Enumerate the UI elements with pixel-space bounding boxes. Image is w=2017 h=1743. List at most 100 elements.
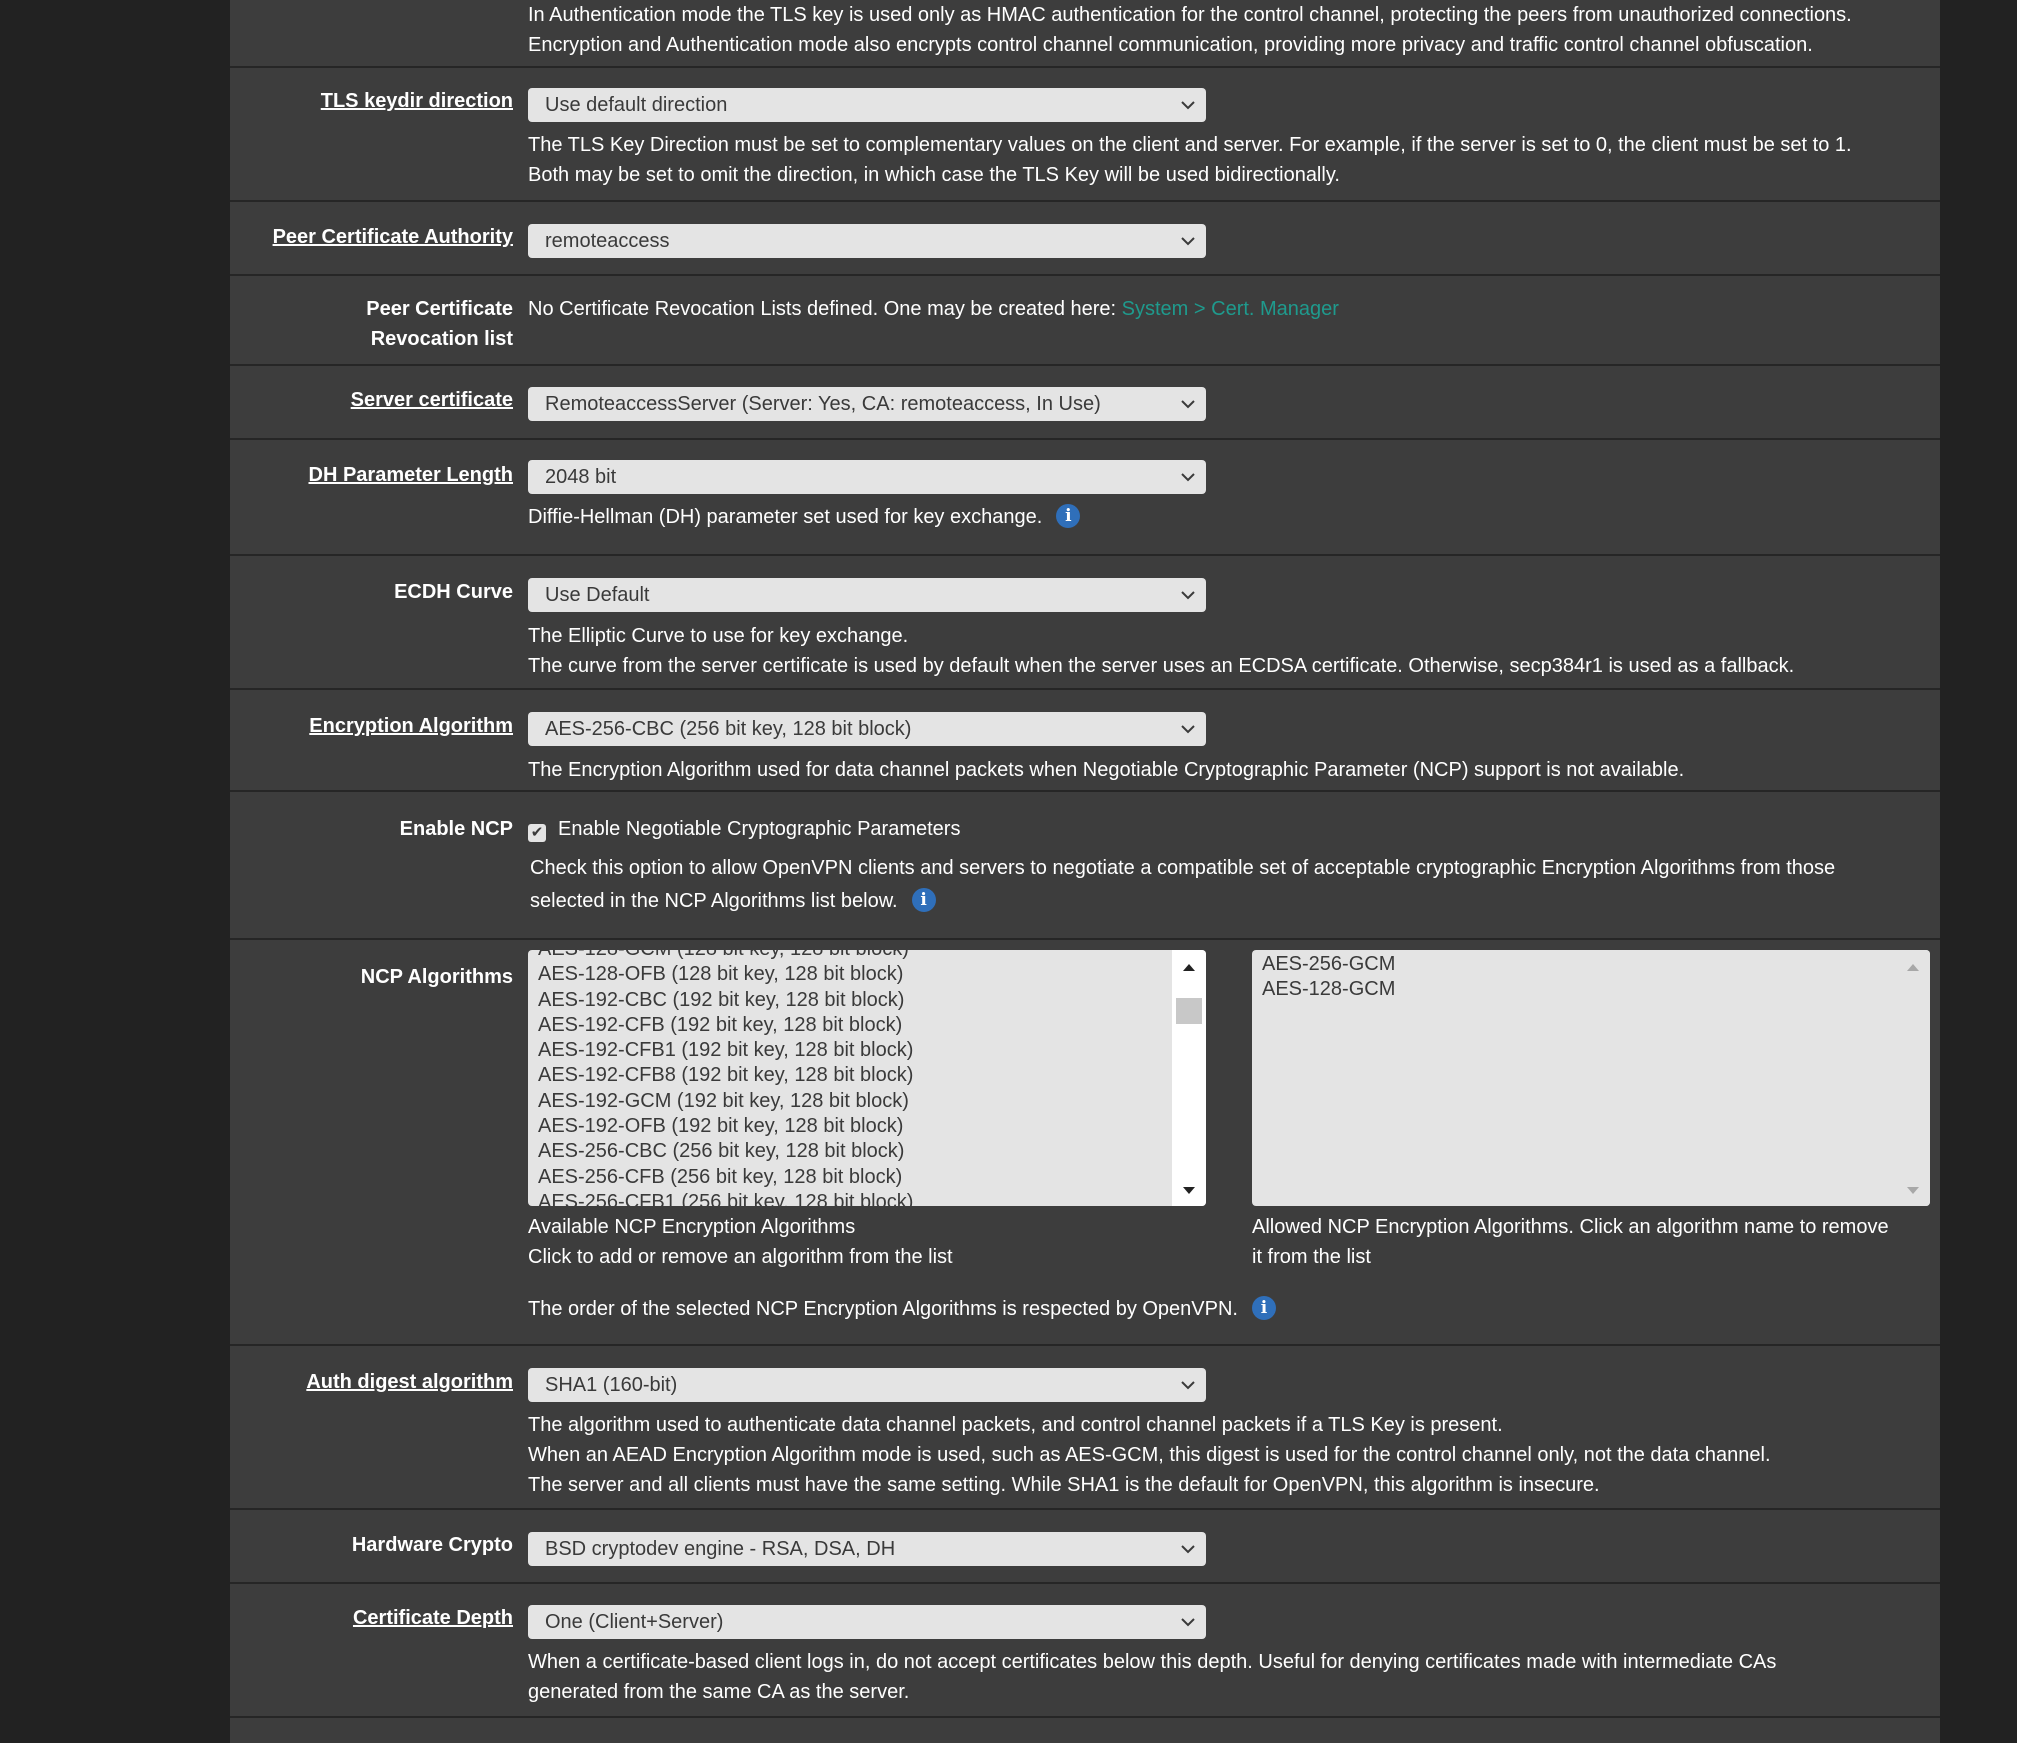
enable-ncp-label: Enable NCP [399, 818, 513, 840]
server-cert-label[interactable]: Server certificate [253, 385, 513, 415]
enc-alg-help: The Encryption Algorithm used for data c… [528, 755, 1928, 785]
tls-keydir-help: The TLS Key Direction must be set to com… [528, 130, 1928, 190]
tls-keydir-row: TLS keydir direction Use default directi… [230, 68, 1940, 202]
available-ncp-scrollbar[interactable] [1172, 950, 1206, 1206]
list-item[interactable]: AES-192-OFB (192 bit key, 128 bit block) [538, 1114, 1166, 1139]
peer-ca-select[interactable]: remoteaccess [528, 224, 1206, 258]
list-item[interactable]: AES-256-GCM [1262, 952, 1890, 977]
help-line: generated from the same CA as the server… [528, 1681, 910, 1703]
allowed-ncp-items: AES-256-GCM AES-128-GCM [1262, 952, 1890, 1003]
hw-crypto-select[interactable]: BSD cryptodev engine - RSA, DSA, DH [528, 1532, 1206, 1566]
dh-select[interactable]: 2048 bit [528, 460, 1206, 494]
peer-ca-label[interactable]: Peer Certificate Authority [253, 222, 513, 252]
peer-ca-row: Peer Certificate Authority remoteaccess [230, 202, 1940, 276]
help-line: The Elliptic Curve to use for key exchan… [528, 625, 909, 647]
ecdh-select[interactable]: Use Default [528, 578, 1206, 612]
list-item[interactable]: AES-128-OFB (128 bit key, 128 bit block) [538, 962, 1166, 987]
help-line: The Encryption Algorithm used for data c… [528, 759, 1685, 781]
list-item[interactable]: AES-128-GCM (128 bit key, 128 bit block) [538, 950, 1166, 962]
scroll-up-arrow-icon[interactable] [1182, 962, 1196, 972]
chevron-down-icon [1181, 591, 1195, 600]
list-item[interactable]: AES-192-CFB (192 bit key, 128 bit block) [538, 1013, 1166, 1038]
auth-digest-row: Auth digest algorithm SHA1 (160-bit) The… [230, 1346, 1940, 1510]
chevron-down-icon [1181, 1381, 1195, 1390]
info-icon[interactable]: i [1056, 504, 1081, 528]
cert-depth-row: Certificate Depth One (Client+Server) Wh… [230, 1584, 1940, 1718]
hw-crypto-row: Hardware Crypto BSD cryptodev engine - R… [230, 1510, 1940, 1584]
chevron-down-icon [1181, 1618, 1195, 1627]
enc-alg-select[interactable]: AES-256-CBC (256 bit key, 128 bit block) [528, 712, 1206, 746]
list-item[interactable]: AES-256-CFB1 (256 bit key, 128 bit block… [538, 1190, 1166, 1206]
checkmark-icon: ✔ [530, 824, 544, 841]
help-line: Allowed NCP Encryption Algorithms. Click… [1252, 1216, 1889, 1238]
allowed-ncp-listbox[interactable]: AES-256-GCM AES-128-GCM [1252, 950, 1930, 1206]
ecdh-value: Use Default [545, 584, 650, 606]
info-icon[interactable]: i [1251, 1296, 1276, 1320]
server-cert-row: Server certificate RemoteaccessServer (S… [230, 366, 1940, 440]
scroll-down-arrow-icon[interactable] [1182, 1186, 1196, 1196]
help-line-with-info: selected in the NCP Algorithms list belo… [530, 885, 1930, 918]
list-item[interactable]: AES-256-CBC (256 bit key, 128 bit block) [538, 1139, 1166, 1164]
enc-alg-row: Encryption Algorithm AES-256-CBC (256 bi… [230, 690, 1940, 792]
tls-keydir-value: Use default direction [545, 94, 728, 116]
auth-digest-value: SHA1 (160-bit) [545, 1374, 678, 1396]
tls-keydir-label[interactable]: TLS keydir direction [253, 86, 513, 116]
auth-digest-label[interactable]: Auth digest algorithm [253, 1367, 513, 1397]
help-line: Both may be set to omit the direction, i… [528, 164, 1340, 186]
chevron-down-icon [1181, 101, 1195, 110]
list-item[interactable]: AES-192-CBC (192 bit key, 128 bit block) [538, 988, 1166, 1013]
cert-depth-label[interactable]: Certificate Depth [253, 1603, 513, 1633]
enc-alg-label[interactable]: Encryption Algorithm [253, 711, 513, 741]
dh-row: DH Parameter Length 2048 bit Diffie-Hell… [230, 440, 1940, 556]
list-item[interactable]: AES-128-GCM [1262, 977, 1890, 1002]
peer-crl-label: Peer Certificate Revocation list [253, 294, 513, 354]
help-line: Diffie-Hellman (DH) parameter set used f… [528, 506, 1043, 528]
tls-keydir-select[interactable]: Use default direction [528, 88, 1206, 122]
available-ncp-listbox[interactable]: AES-128-GCM (128 bit key, 128 bit block)… [528, 950, 1206, 1206]
hw-crypto-value: BSD cryptodev engine - RSA, DSA, DH [545, 1538, 896, 1560]
enable-ncp-checkbox-label[interactable]: Enable Negotiable Cryptographic Paramete… [558, 818, 960, 840]
server-cert-value: RemoteaccessServer (Server: Yes, CA: rem… [545, 393, 1101, 415]
help-line: Check this option to allow OpenVPN clien… [530, 857, 1836, 879]
auth-digest-select[interactable]: SHA1 (160-bit) [528, 1368, 1206, 1402]
help-line: In Authentication mode the TLS key is us… [528, 4, 1852, 26]
cert-depth-select[interactable]: One (Client+Server) [528, 1605, 1206, 1639]
server-cert-select[interactable]: RemoteaccessServer (Server: Yes, CA: rem… [528, 387, 1206, 421]
list-item[interactable]: AES-192-CFB1 (192 bit key, 128 bit block… [538, 1038, 1166, 1063]
help-line: selected in the NCP Algorithms list belo… [530, 890, 898, 912]
dh-label[interactable]: DH Parameter Length [253, 460, 514, 490]
dh-help: Diffie-Hellman (DH) parameter set used f… [528, 502, 1928, 532]
chevron-down-icon [1181, 400, 1195, 409]
cert-depth-help: When a certificate-based client logs in,… [528, 1647, 1928, 1707]
list-item[interactable]: AES-192-GCM (192 bit key, 128 bit block) [538, 1089, 1166, 1114]
cert-manager-link[interactable]: System > Cert. Manager [1122, 298, 1339, 320]
auth-digest-help: The algorithm used to authenticate data … [528, 1410, 1928, 1500]
ecdh-row: ECDH Curve Use Default The Elliptic Curv… [230, 556, 1940, 690]
scrollbar-thumb[interactable] [1176, 998, 1202, 1024]
peer-crl-row: Peer Certificate Revocation list No Cert… [230, 276, 1940, 366]
label-line: Revocation list [370, 328, 513, 350]
scroll-down-arrow-icon[interactable] [1906, 1186, 1920, 1196]
enable-ncp-row: Enable NCP ✔ Enable Negotiable Cryptograp… [230, 792, 1940, 940]
peer-crl-text: No Certificate Revocation Lists defined.… [528, 294, 1928, 324]
peer-ca-value: remoteaccess [545, 230, 670, 252]
cert-depth-value: One (Client+Server) [545, 1611, 724, 1633]
tls-key-usage-row: In Authentication mode the TLS key is us… [230, 0, 1940, 68]
hw-crypto-label: Hardware Crypto [351, 1534, 513, 1556]
list-item[interactable]: AES-256-CFB (256 bit key, 128 bit block) [538, 1165, 1166, 1190]
help-line: The server and all clients must have the… [528, 1474, 1600, 1496]
scroll-up-arrow-icon[interactable] [1906, 962, 1920, 972]
help-line: The curve from the server certificate is… [528, 655, 1795, 677]
enable-ncp-checkbox-wrap: ✔ Enable Negotiable Cryptographic Paramet… [528, 814, 1928, 844]
help-line: The algorithm used to authenticate data … [528, 1414, 1503, 1436]
ecdh-label: ECDH Curve [394, 581, 513, 603]
enable-ncp-checkbox[interactable]: ✔ [528, 824, 546, 842]
info-icon[interactable]: i [911, 888, 936, 912]
ecdh-help: The Elliptic Curve to use for key exchan… [528, 621, 1928, 681]
list-item[interactable]: AES-192-CFB8 (192 bit key, 128 bit block… [538, 1063, 1166, 1088]
allowed-ncp-scrollbar[interactable] [1896, 950, 1930, 1206]
chevron-down-icon [1181, 473, 1195, 482]
enc-alg-value: AES-256-CBC (256 bit key, 128 bit block) [545, 718, 912, 740]
settings-panel: In Authentication mode the TLS key is us… [230, 0, 1940, 1743]
crl-message: No Certificate Revocation Lists defined.… [528, 298, 1122, 320]
